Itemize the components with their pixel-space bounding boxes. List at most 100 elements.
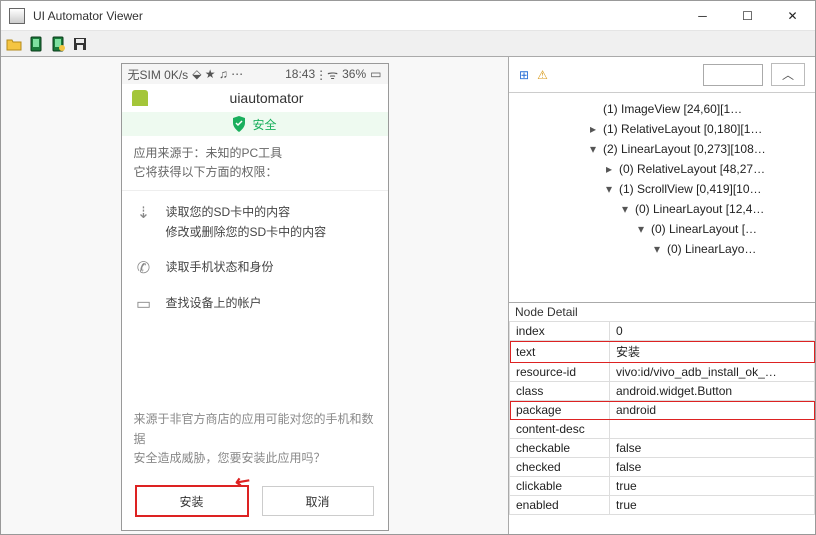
statusbar-icons: ⬙ ★ ♫ ⋯: [192, 67, 243, 81]
screenshot-pane: 无SIM 0K/s ⬙ ★ ♫ ⋯ 18:43 ⋮ᯤ 36% ▭ uiautom…: [1, 57, 509, 534]
permission-row: ▭ 查找设备上的帐户: [122, 286, 388, 322]
detail-row[interactable]: content-desc: [510, 420, 815, 439]
detail-row[interactable]: text安装: [510, 341, 815, 363]
hierarchy-tree[interactable]: (1) ImageView [24,60][1… (1) RelativeLay…: [509, 93, 815, 302]
detail-row[interactable]: classandroid.widget.Button: [510, 382, 815, 401]
detail-value: true: [610, 477, 815, 496]
safe-bar: 安全: [122, 112, 388, 136]
storage-icon: ⇣: [134, 203, 154, 223]
detail-value: [610, 420, 815, 439]
tree-node[interactable]: (2) LinearLayout [0,273][108…: [603, 139, 766, 159]
app-info: 应用来源于：未知的PC工具 它将获得以下方面的权限：: [122, 136, 388, 191]
battery-icon: ▭: [370, 67, 381, 81]
app-header: uiautomator: [122, 84, 388, 112]
warning-icon[interactable]: ⚠: [537, 68, 548, 82]
detail-value: vivo:id/vivo_adb_install_ok_…: [610, 363, 815, 382]
detail-value: android.widget.Button: [610, 382, 815, 401]
main-area: 无SIM 0K/s ⬙ ★ ♫ ⋯ 18:43 ⋮ᯤ 36% ▭ uiautom…: [1, 57, 815, 534]
chevron-right-icon[interactable]: [587, 119, 599, 139]
permission-row: ⇣ 读取您的SD卡中的内容 修改或删除您的SD卡中的内容: [122, 195, 388, 249]
detail-row[interactable]: index0: [510, 322, 815, 341]
tree-node[interactable]: (1) ScrollView [0,419][10…: [619, 179, 762, 199]
sim-status: 无SIM 0K/s: [128, 66, 189, 83]
collapse-button[interactable]: ︿: [771, 63, 805, 86]
tree-node[interactable]: (0) LinearLayout [12,4…: [635, 199, 764, 219]
warn-line-2: 安全造成威胁，您要安装此应用吗？: [134, 449, 376, 468]
detail-key: package: [510, 401, 610, 420]
perm-text: 读取您的SD卡中的内容: [166, 203, 327, 222]
right-pane: ⊞ ⚠ ︿ (1) ImageView [24,60][1… (1) Relat…: [509, 57, 815, 534]
node-detail-table[interactable]: index0text安装resource-idvivo:id/vivo_adb_…: [509, 321, 815, 534]
app-name: uiautomator: [156, 90, 378, 106]
permission-list: ⇣ 读取您的SD卡中的内容 修改或删除您的SD卡中的内容 ✆ 读取手机状态和身份…: [122, 191, 388, 325]
detail-row[interactable]: packageandroid: [510, 401, 815, 420]
node-detail-title: Node Detail: [509, 303, 815, 321]
warning-text: 来源于非官方商店的应用可能对您的手机和数据 安全造成威胁，您要安装此应用吗？: [122, 400, 388, 478]
info-line-2: 它将获得以下方面的权限：: [134, 163, 376, 182]
detail-row[interactable]: enabledtrue: [510, 496, 815, 515]
perm-text: 修改或删除您的SD卡中的内容: [166, 223, 327, 242]
window-title: UI Automator Viewer: [33, 9, 680, 23]
status-time: 18:43: [285, 67, 315, 81]
battery-label: 36%: [342, 67, 366, 81]
chevron-down-icon[interactable]: [587, 139, 599, 159]
tree-node[interactable]: (0) RelativeLayout [48,27…: [619, 159, 765, 179]
node-detail-pane: Node Detail index0text安装resource-idvivo:…: [509, 302, 815, 534]
phone-statusbar: 无SIM 0K/s ⬙ ★ ♫ ⋯ 18:43 ⋮ᯤ 36% ▭: [122, 64, 388, 84]
tree-node[interactable]: (0) LinearLayo…: [667, 239, 756, 259]
detail-key: content-desc: [510, 420, 610, 439]
device-screenshot-icon[interactable]: [27, 35, 45, 53]
detail-row[interactable]: clickabletrue: [510, 477, 815, 496]
phone-icon: ✆: [134, 258, 154, 278]
chevron-right-icon[interactable]: [603, 159, 615, 179]
detail-value: false: [610, 439, 815, 458]
detail-key: index: [510, 322, 610, 341]
minimize-button[interactable]: ─: [680, 1, 725, 31]
info-line-1: 应用来源于：未知的PC工具: [134, 144, 376, 163]
detail-key: enabled: [510, 496, 610, 515]
detail-value: 0: [610, 322, 815, 341]
search-input[interactable]: [703, 64, 763, 86]
detail-row[interactable]: checkedfalse: [510, 458, 815, 477]
chevron-down-icon[interactable]: [651, 239, 663, 259]
android-icon: [132, 90, 148, 106]
phone-screenshot[interactable]: 无SIM 0K/s ⬙ ★ ♫ ⋯ 18:43 ⋮ᯤ 36% ▭ uiautom…: [121, 63, 389, 531]
phone-button-row: 安装 ↙ 取消: [122, 478, 388, 530]
tree-node[interactable]: (1) RelativeLayout [0,180][1…: [603, 119, 762, 139]
detail-value: android: [610, 401, 815, 420]
detail-key: text: [510, 341, 610, 363]
wifi-icon: ⋮ᯤ: [315, 66, 338, 83]
tree-node[interactable]: (1) ImageView [24,60][1…: [603, 99, 742, 119]
detail-key: checkable: [510, 439, 610, 458]
toolbar: [1, 31, 815, 57]
tree-toolbar: ⊞ ⚠ ︿: [509, 57, 815, 93]
permission-row: ✆ 读取手机状态和身份: [122, 250, 388, 286]
install-button[interactable]: 安装 ↙: [136, 486, 248, 516]
detail-row[interactable]: checkablefalse: [510, 439, 815, 458]
device-dump-icon[interactable]: [49, 35, 67, 53]
app-icon: [9, 8, 25, 24]
cancel-button[interactable]: 取消: [262, 486, 374, 516]
expand-all-icon[interactable]: ⊞: [519, 68, 529, 82]
window-titlebar: UI Automator Viewer ─ ☐ ✕: [1, 1, 815, 31]
chevron-down-icon[interactable]: [619, 199, 631, 219]
close-button[interactable]: ✕: [770, 1, 815, 31]
detail-key: checked: [510, 458, 610, 477]
detail-row[interactable]: resource-idvivo:id/vivo_adb_install_ok_…: [510, 363, 815, 382]
tree-node[interactable]: (0) LinearLayout […: [651, 219, 757, 239]
safe-label: 安全: [252, 116, 276, 133]
perm-text: 读取手机状态和身份: [166, 258, 274, 277]
chevron-down-icon[interactable]: [603, 179, 615, 199]
account-icon: ▭: [134, 294, 154, 314]
warn-line-1: 来源于非官方商店的应用可能对您的手机和数据: [134, 410, 376, 448]
detail-key: clickable: [510, 477, 610, 496]
maximize-button[interactable]: ☐: [725, 1, 770, 31]
detail-value: false: [610, 458, 815, 477]
open-icon[interactable]: [5, 35, 23, 53]
install-label: 安装: [179, 495, 203, 509]
detail-value: 安装: [610, 341, 815, 363]
save-icon[interactable]: [71, 35, 89, 53]
detail-key: class: [510, 382, 610, 401]
chevron-down-icon[interactable]: [635, 219, 647, 239]
perm-text: 查找设备上的帐户: [166, 294, 262, 313]
